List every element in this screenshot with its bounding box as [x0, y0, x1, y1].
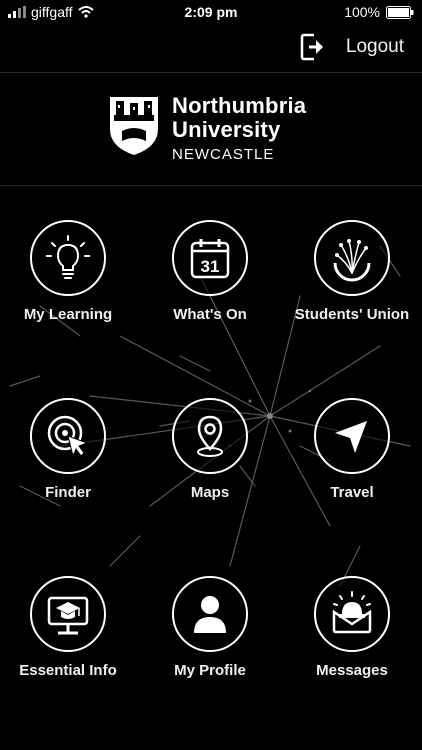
tile-circle: [30, 576, 106, 652]
university-name-line2: University: [172, 117, 281, 142]
tile-my-learning[interactable]: My Learning: [0, 220, 138, 323]
calendar-icon: 31: [190, 239, 230, 279]
tile-circle: [30, 398, 106, 474]
university-campus: NEWCASTLE: [172, 146, 275, 163]
tile-circle: [314, 576, 390, 652]
tile-label: Messages: [316, 662, 388, 679]
tile-circle: [314, 220, 390, 296]
tile-maps[interactable]: Maps: [140, 398, 280, 501]
tile-messages[interactable]: Messages: [282, 576, 422, 679]
tile-label: Students' Union: [294, 306, 410, 323]
lightbulb-icon: [46, 235, 90, 279]
tile-travel[interactable]: Travel: [282, 398, 422, 501]
tile-circle: [314, 398, 390, 474]
tile-label: What's On: [173, 306, 247, 323]
tile-finder[interactable]: Finder: [0, 398, 138, 501]
tile-essential-info[interactable]: Essential Info: [0, 576, 138, 679]
tile-label: My Profile: [174, 662, 246, 679]
status-right: 100%: [344, 4, 414, 20]
monitor-graduation-icon: [47, 596, 89, 635]
university-crest-icon: [110, 97, 158, 155]
university-name: Northumbria University NEWCASTLE: [172, 93, 307, 163]
fireworks-icon: [333, 239, 371, 282]
tile-label: My Learning: [23, 306, 113, 323]
logout-icon: [300, 33, 323, 61]
target-pointer-icon: [47, 415, 89, 458]
tile-students-union[interactable]: Students' Union: [282, 220, 422, 323]
tile-whats-on[interactable]: 31 What's On: [140, 220, 280, 323]
tile-circle: [172, 576, 248, 652]
logout-label: Logout: [345, 36, 404, 57]
battery-icon: [386, 5, 414, 19]
tile-label: Maps: [190, 484, 230, 501]
status-bar: giffgaff 2:09 pm 100%: [0, 0, 422, 24]
tile-circle: [172, 398, 248, 474]
tile-label: Essential Info: [19, 662, 117, 679]
person-icon: [194, 596, 226, 633]
location-pin-icon: [197, 415, 223, 457]
tile-my-profile[interactable]: My Profile: [140, 576, 280, 679]
tile-label: Finder: [45, 484, 91, 501]
tile-circle: [30, 220, 106, 296]
university-header: Northumbria University NEWCASTLE: [0, 73, 422, 186]
logout-button[interactable]: Logout: [300, 32, 404, 62]
university-name-line1: Northumbria: [172, 93, 307, 118]
university-logo: Northumbria University NEWCASTLE: [108, 95, 306, 162]
battery-percent: 100%: [344, 4, 380, 20]
navigation-arrow-icon: [335, 421, 367, 453]
tile-label: Travel: [330, 484, 374, 501]
notification-bell-icon: [332, 591, 372, 634]
calendar-day-text: 31: [201, 257, 220, 276]
top-bar: Logout: [0, 24, 422, 73]
tile-circle: 31: [172, 220, 248, 296]
